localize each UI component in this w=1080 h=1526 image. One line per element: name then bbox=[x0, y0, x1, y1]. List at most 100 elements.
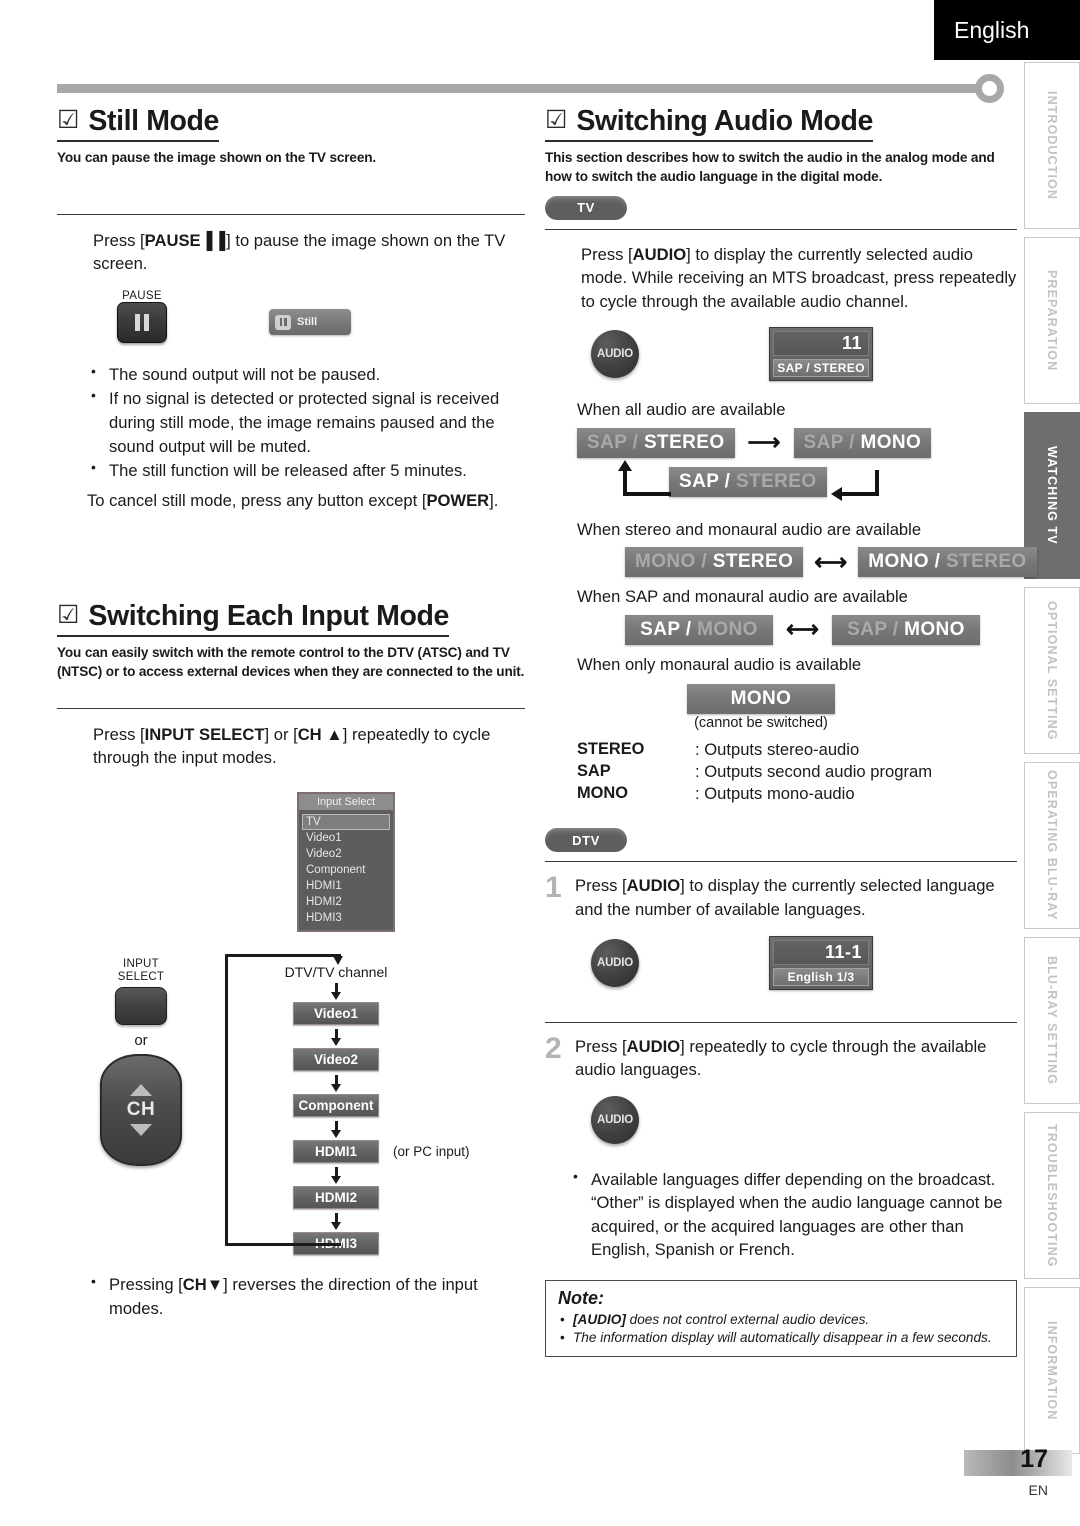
audio-mode-subtitle: This section describes how to switch the… bbox=[545, 150, 995, 184]
pause-key-figure: PAUSE bbox=[117, 290, 167, 343]
sidebar-item-troubleshooting[interactable]: TROUBLESHOOTING bbox=[1024, 1112, 1080, 1279]
or-label: or bbox=[134, 1031, 148, 1049]
flow-arrow-icon bbox=[331, 1037, 341, 1046]
note-title: Note: bbox=[558, 1287, 604, 1308]
flow-item-hdmi2: HDMI2 bbox=[293, 1185, 379, 1209]
sidebar-item-introduction[interactable]: INTRODUCTION bbox=[1024, 62, 1080, 229]
input-select-key-label: INPUT SELECT bbox=[144, 724, 265, 744]
case1-connector-bottom-left bbox=[623, 491, 671, 496]
note-item: [AUDIO] does not control external audio … bbox=[558, 1311, 1006, 1329]
flow-arrow-icon bbox=[331, 991, 341, 1000]
menu-item-video2[interactable]: Video2 bbox=[302, 846, 390, 862]
case1-connector-bottom-right bbox=[841, 491, 879, 496]
audio-box-sap-mono: SAP / MONO bbox=[793, 427, 932, 458]
audio-mode-heading: ☑ Switching Audio Mode bbox=[545, 105, 873, 142]
audio-button-icon[interactable]: AUDIO bbox=[591, 938, 639, 987]
ch-up-arrow-icon[interactable] bbox=[130, 1083, 152, 1096]
legend-key-sap: SAP bbox=[577, 762, 611, 781]
audio-key-label: AUDIO bbox=[626, 1036, 681, 1056]
step-1-figure: AUDIO 11-1 English 1/3 bbox=[545, 935, 1017, 990]
sidebar-item-label: OPERATING BLU-RAY bbox=[1045, 770, 1059, 921]
step-text: Press [AUDIO] to display the currently s… bbox=[575, 876, 995, 919]
audio-button-icon[interactable]: AUDIO bbox=[591, 1095, 639, 1144]
pause-mini-icon bbox=[275, 314, 291, 330]
cancel-pre: To cancel still mode, press any button e… bbox=[87, 490, 427, 510]
sidebar-item-label: BLU-RAY SETTING bbox=[1045, 955, 1059, 1085]
sidebar-item-optional-setting[interactable]: OPTIONAL SETTING bbox=[1024, 587, 1080, 754]
flow-arrow-icon bbox=[331, 1129, 341, 1138]
case3-diagram: SAP / MONO ⟷ SAP / MONO bbox=[625, 614, 1017, 645]
legend-key-mono: MONO bbox=[577, 784, 628, 803]
arrow-left-right-icon: ⟷ bbox=[786, 616, 819, 643]
still-mode-instruction: Press [PAUSE▐▐] to pause the image shown… bbox=[93, 229, 525, 276]
list-item: If no signal is detected or protected si… bbox=[87, 386, 525, 458]
input-mode-figure: INPUT SELECT or CH DTV/TV channel Video1… bbox=[57, 950, 525, 1255]
flow-loop-top bbox=[225, 953, 341, 957]
power-key-label: POWER bbox=[426, 490, 490, 510]
audio-button-label: AUDIO bbox=[596, 1113, 634, 1126]
input-select-menu[interactable]: Input Select TV Video1 Video2 Component … bbox=[297, 791, 395, 932]
input-mode-bullets: Pressing [CH▼] reverses the direction of… bbox=[87, 1272, 525, 1320]
language-tab: English bbox=[934, 0, 1080, 60]
list-item: Pressing [CH▼] reverses the direction of… bbox=[87, 1272, 525, 1320]
still-mode-heading: ☑ Still Mode bbox=[57, 105, 219, 142]
input-select-menu-title: Input Select bbox=[299, 793, 393, 811]
legend-value-sap: : Outputs second audio program bbox=[695, 762, 933, 782]
osd-language: English 1/3 bbox=[773, 967, 869, 986]
arrow-left-icon bbox=[831, 486, 842, 501]
section-title: Switching Each Input Mode bbox=[88, 600, 449, 633]
audio-button-icon[interactable]: AUDIO bbox=[591, 330, 639, 379]
arrow-right-icon: ⟶ bbox=[747, 429, 781, 456]
menu-item-hdmi1[interactable]: HDMI1 bbox=[302, 878, 390, 894]
flow-item-video2: Video2 bbox=[293, 1047, 379, 1071]
pause-button-icon[interactable] bbox=[117, 301, 167, 343]
menu-item-hdmi3[interactable]: HDMI3 bbox=[302, 910, 390, 926]
case2-label: When stereo and monaural audio are avail… bbox=[577, 519, 922, 539]
audio-box-sap-stereo: SAP / STEREO bbox=[577, 427, 735, 458]
audio-button-label: AUDIO bbox=[596, 956, 634, 969]
page-title: Still Mode bbox=[88, 105, 220, 137]
case1-connector-left bbox=[623, 469, 627, 492]
ch-down-arrow-icon[interactable] bbox=[130, 1123, 152, 1136]
sidebar-item-blu-ray-setting[interactable]: BLU-RAY SETTING bbox=[1024, 937, 1080, 1104]
sidebar-item-label: TROUBLESHOOTING bbox=[1045, 1123, 1059, 1268]
audio-box-mono: MONO bbox=[687, 684, 835, 715]
ch-rocker-button-icon[interactable]: CH bbox=[100, 1053, 182, 1166]
input-select-caption: INPUT SELECT bbox=[117, 957, 165, 983]
osd-audio-mode: SAP / STEREO bbox=[773, 359, 869, 378]
list-item: Available languages differ depending on … bbox=[569, 1167, 1017, 1262]
divider bbox=[57, 213, 525, 215]
menu-item-hdmi2[interactable]: HDMI2 bbox=[302, 894, 390, 910]
audio-tv-figure: AUDIO 11 SAP / STEREO bbox=[545, 327, 1017, 382]
language-label: English bbox=[954, 16, 1030, 43]
audio-box-sap-stereo-2: SAP / STEREO bbox=[669, 466, 827, 497]
input-select-button-icon[interactable] bbox=[115, 986, 167, 1025]
header-rule bbox=[57, 84, 982, 93]
sidebar-item-operating-blu-ray[interactable]: OPERATING BLU-RAY bbox=[1024, 762, 1080, 929]
legend-key-stereo: STEREO bbox=[577, 740, 645, 759]
sidebar-item-information[interactable]: INFORMATION bbox=[1024, 1287, 1080, 1454]
case2-diagram: MONO / STEREO ⟷ MONO / STEREO bbox=[625, 547, 1037, 578]
instruction-mid: ] or [ bbox=[264, 724, 298, 744]
case3-label: When SAP and monaural audio are availabl… bbox=[577, 587, 908, 607]
menu-item-tv[interactable]: TV bbox=[302, 813, 390, 830]
osd-channel-dtv: 11-1 English 1/3 bbox=[769, 935, 873, 990]
menu-item-video1[interactable]: Video1 bbox=[302, 830, 390, 846]
cancel-post: ]. bbox=[489, 490, 499, 510]
audio-legend: STEREO : Outputs stereo-audio SAP : Outp… bbox=[577, 740, 1017, 804]
sidebar-item-preparation[interactable]: PREPARATION bbox=[1024, 237, 1080, 404]
audio-key-label: [AUDIO] bbox=[573, 1311, 626, 1327]
audio-mode-bullets: Available languages differ depending on … bbox=[569, 1167, 1017, 1262]
menu-item-component[interactable]: Component bbox=[302, 862, 390, 878]
flow-first-label: DTV/TV channel bbox=[284, 963, 388, 980]
flow-item-component: Component bbox=[293, 1093, 379, 1117]
input-flow-diagram: DTV/TV channel Video1 Video2 Component H… bbox=[225, 950, 470, 1255]
divider bbox=[545, 228, 1017, 230]
ch-up-key-label: CH ▲ bbox=[297, 724, 343, 744]
header-rule-knob-icon bbox=[975, 74, 1004, 103]
legend-value-mono: : Outputs mono-audio bbox=[695, 784, 855, 804]
osd-channel-number: 11-1 bbox=[773, 939, 869, 965]
footer-language-code: EN bbox=[1028, 1482, 1048, 1498]
manual-page: English INTRODUCTION PREPARATION WATCHIN… bbox=[0, 0, 1080, 1526]
case4-note: (cannot be switched) bbox=[694, 715, 828, 732]
